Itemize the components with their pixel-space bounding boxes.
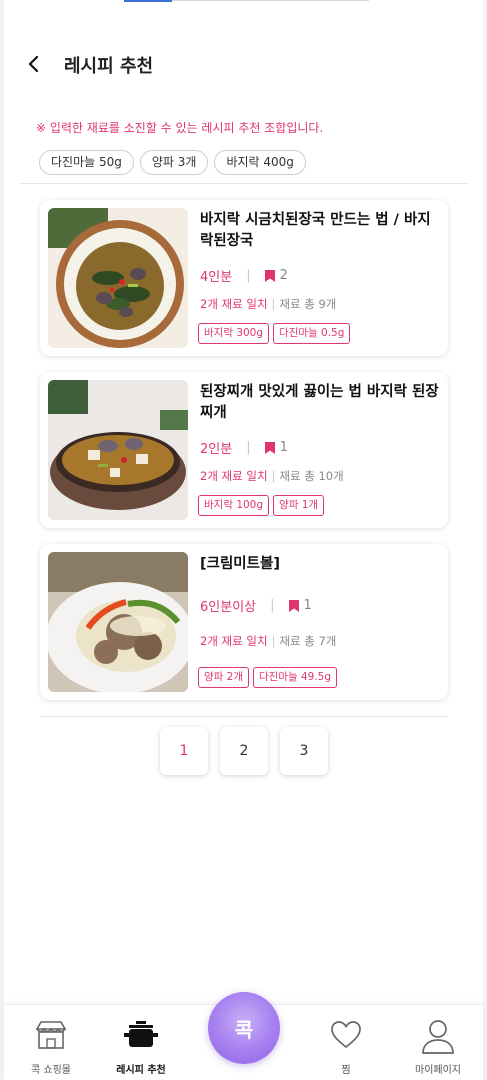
shop-icon: [35, 1021, 67, 1049]
recipe-image: [48, 380, 188, 520]
recipe-card[interactable]: 된장찌개 맛있게 끓이는 법 바지락 된장찌개 2인분 | 1 2개 재료 일치…: [40, 372, 448, 528]
match-count: 2개 재료 일치: [200, 297, 268, 311]
ingredient-total: 재료 총 10개: [279, 469, 344, 483]
serving-size: 4인분: [200, 270, 233, 285]
bookmark-count: 1: [279, 440, 288, 455]
recipe-title: 바지락 시금치된장국 만드는 법 / 바지락된장국: [200, 212, 431, 249]
heart-icon: [331, 1021, 361, 1049]
match-info: 2개 재료 일치 | 재료 총 7개: [200, 633, 336, 649]
nav-wishlist[interactable]: 찜: [301, 1005, 391, 1080]
page-title: 레시피 추천: [64, 56, 154, 77]
recipe-image: [48, 208, 188, 348]
matched-ingredient-tag: 바지락 300g: [198, 323, 270, 344]
match-count: 2개 재료 일치: [200, 469, 268, 483]
meta-separator: |: [246, 440, 251, 455]
pot-icon: [124, 1021, 158, 1047]
divider: [40, 716, 448, 717]
bookmark-count: 2: [279, 268, 288, 283]
matched-ingredient-tag: 바지락 100g: [198, 495, 270, 516]
matched-ingredient-tag: 양파 2개: [198, 667, 249, 688]
match-info: 2개 재료 일치 | 재료 총 9개: [200, 296, 336, 312]
match-separator: |: [271, 297, 276, 311]
serving-size: 2인분: [200, 442, 233, 457]
matched-tags: 양파 2개 다진마늘 49.5g: [198, 667, 338, 688]
match-count: 2개 재료 일치: [200, 634, 268, 648]
recipe-title: 된장찌개 맛있게 끓이는 법 바지락 된장찌개: [200, 384, 439, 421]
kok-fab-button[interactable]: 콕: [208, 992, 280, 1064]
ingredient-chip[interactable]: 양파 3개: [139, 150, 209, 175]
user-icon: [422, 1020, 454, 1054]
ingredient-total: 재료 총 7개: [279, 634, 337, 648]
meta-separator: |: [246, 268, 251, 283]
bookmark-icon: [264, 269, 275, 282]
recipe-meta: 2인분 | 1: [200, 438, 288, 457]
recipe-meta: 6인분이상 | 1: [200, 596, 312, 615]
match-separator: |: [271, 634, 276, 648]
bookmark-icon: [264, 441, 275, 454]
ingredient-total: 재료 총 9개: [279, 297, 337, 311]
ingredient-chip[interactable]: 다진마늘 50g: [39, 150, 134, 175]
nav-label-recipe: 레시피 추천: [116, 1065, 166, 1076]
matched-ingredient-tag: 양파 1개: [273, 495, 325, 516]
recipe-title: [크림미트볼]: [200, 556, 280, 572]
bookmark-icon: [288, 599, 299, 612]
matched-tags: 바지락 100g 양파 1개: [198, 495, 325, 516]
ingredient-chip[interactable]: 바지락 400g: [214, 150, 306, 175]
recipe-image: [48, 552, 188, 692]
bookmark-count: 1: [303, 598, 312, 613]
nav-label-mypage: 마이페이지: [415, 1065, 461, 1076]
recipe-card[interactable]: 바지락 시금치된장국 만드는 법 / 바지락된장국 4인분 | 2 2개 재료 …: [40, 200, 448, 356]
recipe-card[interactable]: [크림미트볼] 6인분이상 | 1 2개 재료 일치 | 재료 총 7개 양파 …: [40, 544, 448, 700]
divider: [20, 183, 468, 184]
top-progress-bar: [124, 0, 369, 2]
page-button-3[interactable]: 3: [280, 727, 328, 775]
nav-mypage[interactable]: 마이페이지: [393, 1005, 483, 1080]
ingredient-chips: 다진마늘 50g 양파 3개 바지락 400g: [39, 150, 306, 175]
nav-label-shop: 콕 쇼핑몰: [31, 1065, 71, 1076]
page-button-2[interactable]: 2: [220, 727, 268, 775]
nav-shop[interactable]: 콕 쇼핑몰: [6, 1005, 96, 1080]
nav-label-wishlist: 찜: [341, 1065, 351, 1076]
matched-ingredient-tag: 다진마늘 0.5g: [273, 323, 351, 344]
match-info: 2개 재료 일치 | 재료 총 10개: [200, 468, 344, 484]
serving-size: 6인분이상: [200, 600, 257, 615]
recipe-meta: 4인분 | 2: [200, 266, 288, 285]
nav-recipe[interactable]: 레시피 추천: [96, 1005, 186, 1080]
matched-tags: 바지락 300g 다진마늘 0.5g: [198, 323, 351, 344]
meta-separator: |: [270, 598, 275, 613]
app-screen: 레시피 추천 ※ 입력한 재료를 소진할 수 있는 레시피 추천 조합입니다. …: [4, 0, 483, 1080]
top-progress-fill: [124, 0, 172, 2]
back-button[interactable]: [22, 52, 46, 76]
page-button-1[interactable]: 1: [160, 727, 208, 775]
pagination: 1 2 3: [160, 727, 328, 775]
match-separator: |: [271, 469, 276, 483]
header: 레시피 추천: [4, 40, 483, 88]
notice-text: ※ 입력한 재료를 소진할 수 있는 레시피 추천 조합입니다.: [36, 121, 324, 135]
matched-ingredient-tag: 다진마늘 49.5g: [253, 667, 338, 688]
chevron-left-icon: [28, 55, 39, 73]
